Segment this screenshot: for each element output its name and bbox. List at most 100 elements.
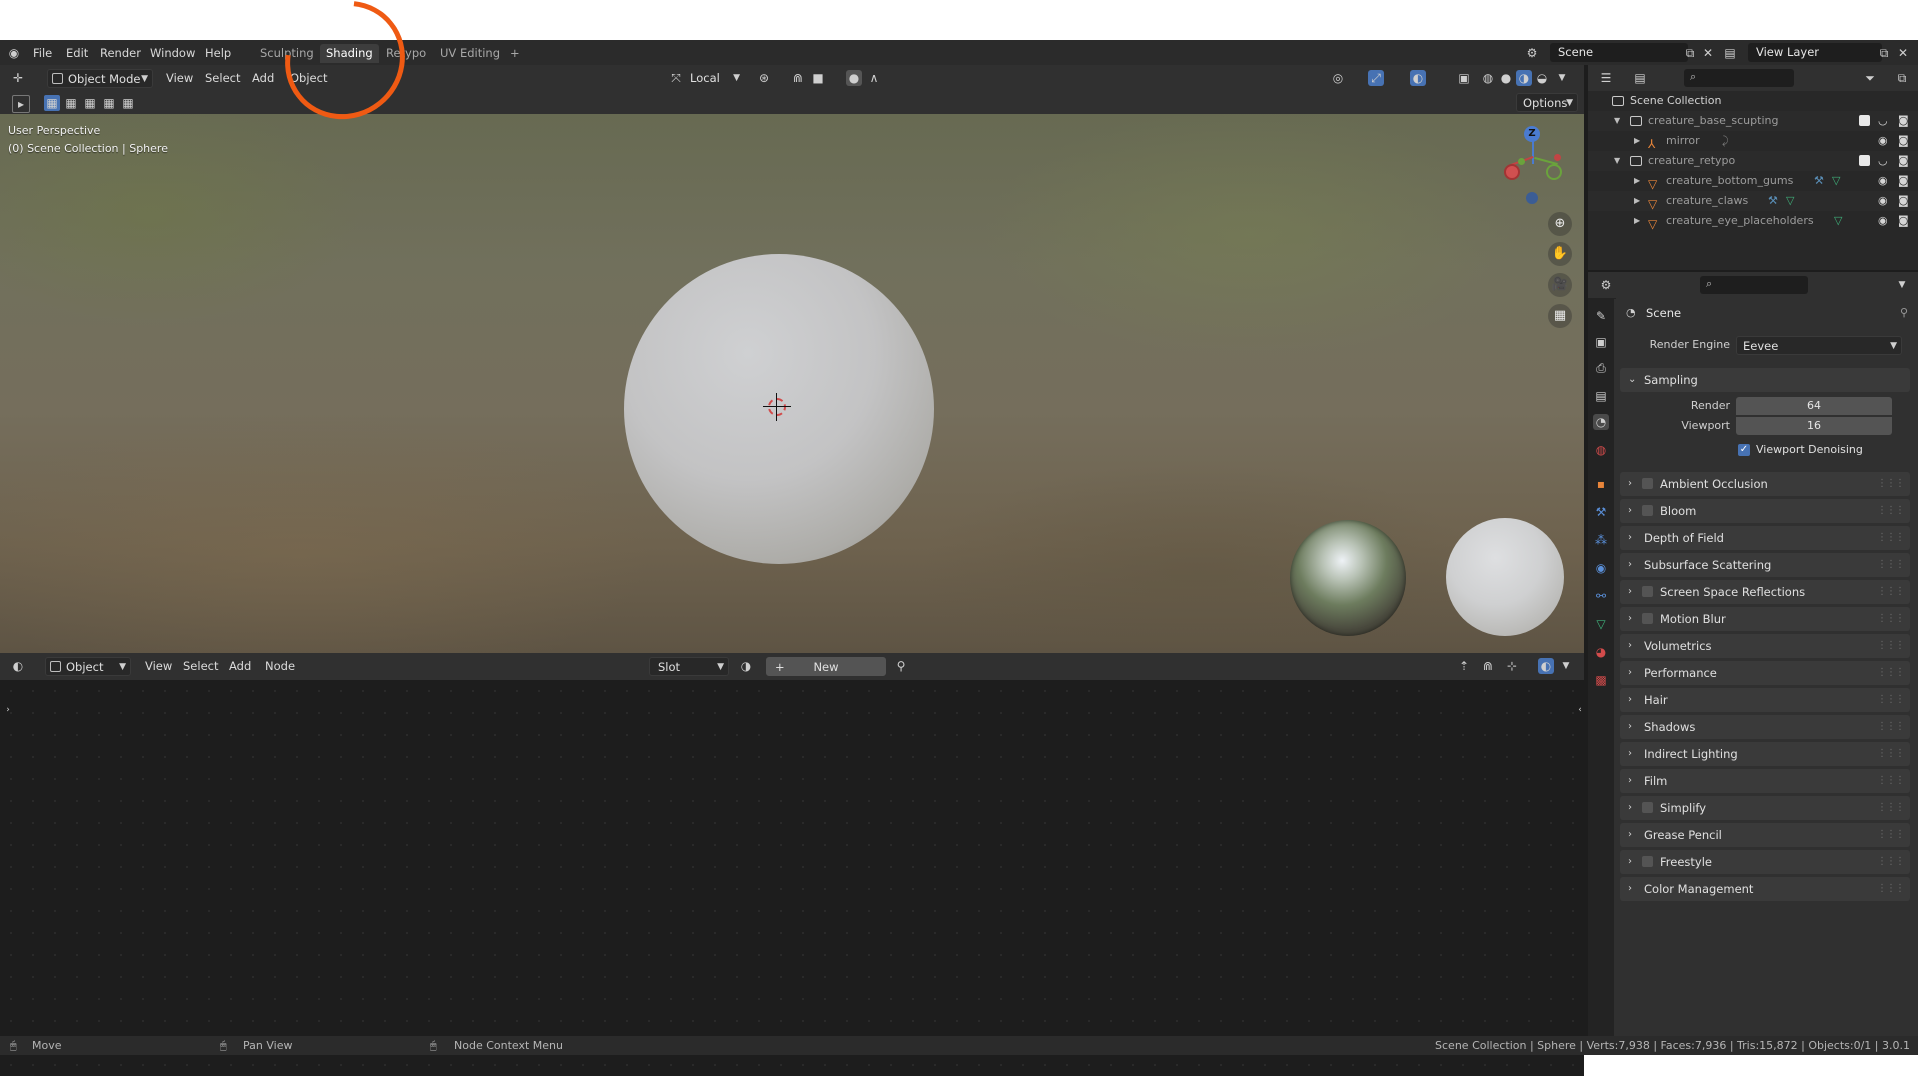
outliner-search-field[interactable]: ⌕ xyxy=(1684,69,1794,87)
particles-tab-icon[interactable]: ⁂ xyxy=(1593,532,1609,548)
panel-enable-checkbox[interactable] xyxy=(1642,856,1653,867)
world-tab-icon[interactable]: ◍ xyxy=(1593,442,1609,458)
constraints-tab-icon[interactable]: ⚯ xyxy=(1593,588,1609,604)
menu-window[interactable]: Window xyxy=(150,45,195,61)
visibility-eye-icon[interactable]: ◉ xyxy=(1878,191,1888,211)
solid-shading-icon[interactable]: ● xyxy=(1498,70,1514,86)
select-invert-icon[interactable]: ▦ xyxy=(101,95,117,111)
data-tab-icon[interactable]: ▽ xyxy=(1593,616,1609,632)
visibility-eye-icon[interactable]: ◉ xyxy=(1878,211,1888,231)
outliner-row[interactable]: ▶ ▽ creature_bottom_gums ⚒ ▽ ◉ ◙ xyxy=(1588,171,1918,191)
drag-handle-icon[interactable]: ⋮⋮⋮ xyxy=(1877,742,1905,766)
sampling-viewport-field[interactable]: 16 xyxy=(1736,417,1892,435)
node-editor-type-icon[interactable]: ◐ xyxy=(10,658,26,674)
tool-tab-icon[interactable]: ✎ xyxy=(1593,308,1609,324)
viewport-menu-view[interactable]: View xyxy=(166,69,193,88)
pin-icon[interactable]: ⚲ xyxy=(893,658,909,674)
new-material-button[interactable]: + New xyxy=(766,657,886,676)
drag-handle-icon[interactable]: ⋮⋮⋮ xyxy=(1877,553,1905,577)
properties-options-icon[interactable]: ▼ xyxy=(1894,277,1910,293)
panel-freestyle[interactable]: › Freestyle ⋮⋮⋮ xyxy=(1620,850,1910,874)
scene-name-field[interactable]: Scene xyxy=(1550,43,1688,62)
panel-indirect-lighting[interactable]: › Indirect Lighting ⋮⋮⋮ xyxy=(1620,742,1910,766)
viewport-denoising-checkbox[interactable]: ✓ xyxy=(1738,444,1750,456)
display-mode-icon[interactable]: ▤ xyxy=(1632,70,1648,86)
panel-screen-space-reflections[interactable]: › Screen Space Reflections ⋮⋮⋮ xyxy=(1620,580,1910,604)
view-layer-selector-icon[interactable]: ▤ xyxy=(1722,45,1738,61)
panel-sampling[interactable]: ⌄ Sampling xyxy=(1620,368,1910,392)
blender-logo-icon[interactable]: ◉ xyxy=(6,45,22,61)
gizmo-y-axis[interactable] xyxy=(1546,164,1562,180)
visibility-eye-icon[interactable]: ◉ xyxy=(1878,131,1888,151)
expand-arrow-icon[interactable]: ▶ xyxy=(1634,171,1640,191)
node-menu-view[interactable]: View xyxy=(145,657,172,676)
outliner-row[interactable]: ▶ ▽ creature_claws ⚒ ▽ ◉ ◙ xyxy=(1588,191,1918,211)
texture-tab-icon[interactable]: ▩ xyxy=(1593,672,1609,688)
panel-enable-checkbox[interactable] xyxy=(1642,802,1653,813)
outliner-row[interactable]: ▶ ⅄ mirror ⤸ ◉ ◙ xyxy=(1588,131,1918,151)
panel-shadows[interactable]: › Shadows ⋮⋮⋮ xyxy=(1620,715,1910,739)
panel-motion-blur[interactable]: › Motion Blur ⋮⋮⋮ xyxy=(1620,607,1910,631)
expand-arrow-icon[interactable]: ▶ xyxy=(1634,131,1640,151)
editor-type-icon[interactable]: ✛ xyxy=(10,70,26,86)
panel-bloom[interactable]: › Bloom ⋮⋮⋮ xyxy=(1620,499,1910,523)
transform-orientation-dropdown[interactable]: Local ▼ xyxy=(684,69,744,88)
node-overlays-options-icon[interactable]: ▼ xyxy=(1558,658,1574,674)
new-collection-icon[interactable]: ⧉ xyxy=(1894,70,1910,86)
outliner-scene-collection[interactable]: Scene Collection xyxy=(1588,91,1918,111)
render-tab-icon[interactable]: ▣ xyxy=(1593,334,1609,350)
select-tool-icon[interactable]: ▸ xyxy=(12,95,30,113)
outliner-row[interactable]: ▼ creature_base_scupting ◡ ◙ xyxy=(1588,111,1918,131)
output-tab-icon[interactable]: ⎙ xyxy=(1593,360,1609,376)
scene-tab-icon[interactable]: ◔ xyxy=(1593,414,1609,430)
ortho-grid-icon[interactable]: ▦ xyxy=(1548,304,1572,328)
expand-arrow-icon[interactable]: ▶ xyxy=(1634,191,1640,211)
view-layer-tab-icon[interactable]: ▤ xyxy=(1593,388,1609,404)
delete-scene-icon[interactable]: ✕ xyxy=(1700,45,1716,61)
panel-film[interactable]: › Film ⋮⋮⋮ xyxy=(1620,769,1910,793)
navigation-gizmo[interactable]: Z xyxy=(1496,124,1566,204)
snap-icon[interactable]: ⋒ xyxy=(790,70,806,86)
expand-arrow-icon[interactable]: ▶ xyxy=(1634,211,1640,231)
panel-volumetrics[interactable]: › Volumetrics ⋮⋮⋮ xyxy=(1620,634,1910,658)
select-extend-icon[interactable]: ▦ xyxy=(63,95,79,111)
delete-view-layer-icon[interactable]: ✕ xyxy=(1895,45,1911,61)
node-menu-select[interactable]: Select xyxy=(183,657,218,676)
drag-handle-icon[interactable]: ⋮⋮⋮ xyxy=(1877,715,1905,739)
viewport-menu-select[interactable]: Select xyxy=(205,69,240,88)
right-region-toggle-icon[interactable]: ‹ xyxy=(1572,702,1588,718)
object-tab-icon[interactable]: ▪ xyxy=(1593,476,1609,492)
3d-cursor-icon[interactable] xyxy=(763,393,791,421)
visibility-eye-icon[interactable]: ◉ xyxy=(1878,171,1888,191)
snap-node-icon[interactable]: ⋒ xyxy=(1480,658,1496,674)
render-camera-icon[interactable]: ◙ xyxy=(1898,211,1909,231)
drag-handle-icon[interactable]: ⋮⋮⋮ xyxy=(1877,850,1905,874)
scene-selector-icon[interactable]: ⚙ xyxy=(1524,45,1540,61)
render-camera-icon[interactable]: ◙ xyxy=(1898,111,1909,131)
menu-render[interactable]: Render xyxy=(100,45,141,61)
drag-handle-icon[interactable]: ⋮⋮⋮ xyxy=(1877,688,1905,712)
camera-view-icon[interactable]: 🎥 xyxy=(1548,273,1572,297)
panel-enable-checkbox[interactable] xyxy=(1642,478,1653,489)
panel-hair[interactable]: › Hair ⋮⋮⋮ xyxy=(1620,688,1910,712)
node-object-dropdown[interactable]: Object ▼ xyxy=(45,657,131,676)
collapse-arrow-icon[interactable]: ▼ xyxy=(1614,111,1620,131)
physics-tab-icon[interactable]: ◉ xyxy=(1593,560,1609,576)
hide-viewport-icon[interactable]: ◡ xyxy=(1878,111,1888,131)
proportional-editing-icon[interactable]: ● xyxy=(846,70,862,86)
panel-ambient-occlusion[interactable]: › Ambient Occlusion ⋮⋮⋮ xyxy=(1620,472,1910,496)
drag-handle-icon[interactable]: ⋮⋮⋮ xyxy=(1877,661,1905,685)
gizmo-neg-z-axis[interactable] xyxy=(1526,192,1538,204)
drag-handle-icon[interactable]: ⋮⋮⋮ xyxy=(1877,796,1905,820)
wireframe-shading-icon[interactable]: ◍ xyxy=(1480,70,1496,86)
tab-uv-editing[interactable]: UV Editing xyxy=(434,44,506,63)
render-camera-icon[interactable]: ◙ xyxy=(1898,151,1909,171)
node-overlays-icon[interactable]: ◐ xyxy=(1538,658,1554,674)
menu-help[interactable]: Help xyxy=(205,45,231,61)
3d-viewport[interactable]: User Perspective (0) Scene Collection | … xyxy=(0,114,1584,653)
hide-viewport-icon[interactable]: ◡ xyxy=(1878,151,1888,171)
panel-performance[interactable]: › Performance ⋮⋮⋮ xyxy=(1620,661,1910,685)
drag-handle-icon[interactable]: ⋮⋮⋮ xyxy=(1877,472,1905,496)
parent-node-tree-icon[interactable]: ⇡ xyxy=(1456,658,1472,674)
xray-toggle-icon[interactable]: ▣ xyxy=(1456,70,1472,86)
